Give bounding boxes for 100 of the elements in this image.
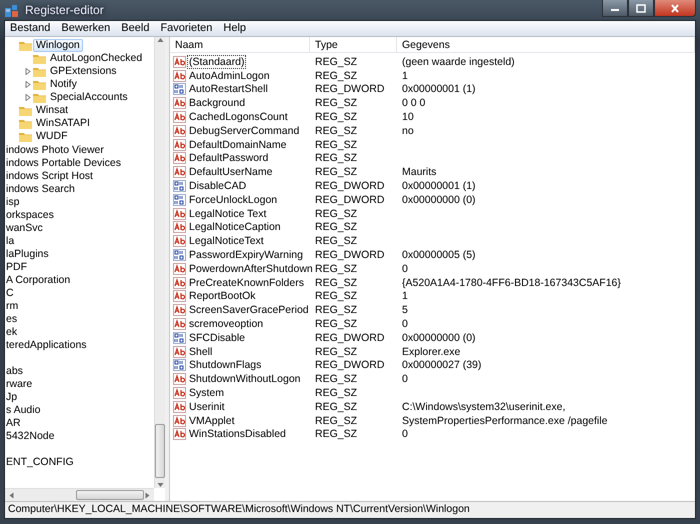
column-header[interactable]: Type (310, 37, 397, 52)
tree-item[interactable]: rware (6, 378, 32, 390)
expand-arrow-icon[interactable] (25, 94, 31, 101)
value-type: REG_SZ (314, 428, 358, 440)
status-bar: Computer\HKEY_LOCAL_MACHINE\SOFTWARE\Microsoft\Windows NT\CurrentVersion\Winlogon (5, 501, 695, 518)
value-type: REG_SZ (314, 138, 358, 151)
value-data: 0 (401, 262, 409, 275)
tree-item[interactable]: s Audio (6, 404, 40, 416)
tree-item[interactable]: indows Photo Viewer (6, 144, 104, 156)
value-name[interactable]: DefaultDomainName (188, 138, 288, 151)
tree-item[interactable]: Jp (6, 390, 18, 402)
value-data: Maurits (401, 166, 438, 178)
tree-item[interactable]: AutoLogonChecked (47, 52, 146, 65)
tree-item[interactable]: indows Script Host (6, 170, 93, 182)
value-name[interactable]: DebugServerCommand (188, 124, 300, 137)
tree-item[interactable]: ek (6, 326, 18, 338)
value-name[interactable]: AutoRestartShell (188, 83, 269, 96)
tree-item[interactable]: teredApplications (6, 338, 87, 350)
value-name[interactable]: Shell (188, 346, 214, 358)
string-value-icon (173, 428, 186, 440)
value-name[interactable]: ShutdownFlags (188, 359, 262, 372)
tree-item[interactable]: PDF (6, 260, 27, 272)
value-name[interactable]: PreCreateKnownFolders (188, 276, 305, 289)
tree-item[interactable]: Notify (47, 78, 80, 91)
value-data: no (401, 124, 415, 137)
scroll-thumb[interactable] (76, 490, 144, 500)
expand-arrow-icon[interactable] (25, 68, 31, 75)
string-value-icon (173, 276, 186, 289)
tree-item[interactable]: 5432Node (6, 430, 54, 442)
value-name[interactable]: PasswordExpiryWarning (188, 249, 304, 262)
menu-item[interactable]: Bewerken (56, 21, 116, 36)
value-type: REG_SZ (314, 318, 358, 330)
tree-item[interactable]: laPlugins (6, 248, 49, 260)
value-name[interactable]: System (188, 387, 226, 400)
value-name[interactable]: ForceUnlockLogon (188, 194, 278, 206)
value-name[interactable]: AutoAdminLogon (188, 70, 271, 82)
value-name[interactable]: LegalNoticeCaption (188, 221, 282, 234)
value-name[interactable]: LegalNotice Text (188, 208, 268, 220)
tree-item[interactable]: WinSATAPI (33, 117, 93, 130)
horizontal-scrollbar[interactable] (5, 488, 154, 501)
value-name[interactable]: Background (188, 97, 246, 110)
tree-item[interactable]: wanSvc (6, 222, 43, 234)
value-name[interactable]: WinStationsDisabled (188, 428, 287, 440)
tree-item[interactable]: C (6, 286, 14, 298)
value-type: REG_SZ (314, 346, 358, 358)
value-name[interactable]: DefaultPassword (188, 152, 270, 164)
maximize-icon (636, 4, 646, 12)
close-button[interactable] (654, 0, 696, 17)
menu-item[interactable]: Help (218, 21, 252, 36)
menu-item[interactable]: Beeld (116, 21, 156, 36)
column-header[interactable]: Naam (170, 37, 310, 52)
minimize-button[interactable] (602, 0, 628, 17)
tree-item[interactable]: WUDF (33, 130, 70, 143)
value-name[interactable]: LegalNoticeText (188, 235, 265, 248)
value-name[interactable]: Userinit (188, 400, 226, 413)
value-data: Explorer.exe (401, 346, 462, 358)
tree-item[interactable]: indows Search (6, 182, 75, 194)
value-name[interactable]: ReportBootOk (188, 290, 257, 302)
value-name[interactable]: SFCDisable (188, 332, 246, 344)
tree-item[interactable]: A Corporation (6, 274, 70, 286)
value-name[interactable]: ShutdownWithoutLogon (188, 373, 302, 386)
column-header[interactable]: Gegevens (397, 37, 695, 52)
menu-item[interactable]: Bestand (5, 21, 56, 36)
value-name[interactable]: CachedLogonsCount (188, 111, 289, 124)
maximize-button[interactable] (628, 0, 654, 17)
value-name[interactable]: PowerdownAfterShutdown (188, 262, 314, 275)
binary-value-icon (173, 194, 186, 206)
value-name[interactable]: DisableCAD (188, 180, 248, 192)
value-data: 0 0 0 (401, 97, 426, 110)
tree-item[interactable]: Winlogon (33, 39, 83, 52)
expand-arrow-icon[interactable] (25, 81, 31, 88)
value-type: REG_SZ (314, 166, 358, 178)
menu-item[interactable]: Favorieten (155, 21, 218, 36)
scroll-thumb[interactable] (155, 424, 165, 478)
string-value-icon (173, 138, 186, 151)
folder-icon (33, 78, 47, 90)
tree-item[interactable]: ENT_CONFIG (6, 456, 74, 468)
value-name[interactable]: VMApplet (188, 414, 236, 427)
value-data: 0x00000000 (0) (401, 332, 477, 344)
tree-item[interactable]: Winsat (33, 104, 72, 117)
tree-item[interactable]: orkspaces (6, 208, 54, 220)
value-name[interactable]: (Standaard) (188, 56, 246, 68)
tree-item[interactable]: AR (6, 416, 21, 428)
value-data: 1 (401, 70, 409, 82)
tree-item[interactable]: abs (6, 364, 23, 376)
close-icon (670, 4, 680, 12)
scroll-down-icon[interactable] (156, 482, 164, 488)
tree-item[interactable]: indows Portable Devices (6, 156, 121, 168)
value-type: REG_SZ (314, 124, 358, 137)
tree-item[interactable]: isp (6, 196, 20, 208)
tree-item[interactable]: es (6, 312, 18, 324)
tree-item[interactable]: rm (6, 300, 18, 312)
tree-item[interactable]: SpecialAccounts (47, 91, 131, 104)
tree-item[interactable]: GPExtensions (47, 65, 120, 78)
scroll-left-icon[interactable] (9, 492, 14, 498)
tree-item[interactable]: la (6, 234, 14, 246)
value-name[interactable]: DefaultUserName (188, 166, 274, 178)
value-name[interactable]: scremoveoption (188, 318, 264, 330)
value-name[interactable]: ScreenSaverGracePeriod (188, 304, 310, 316)
vertical-scrollbar[interactable] (154, 37, 165, 488)
